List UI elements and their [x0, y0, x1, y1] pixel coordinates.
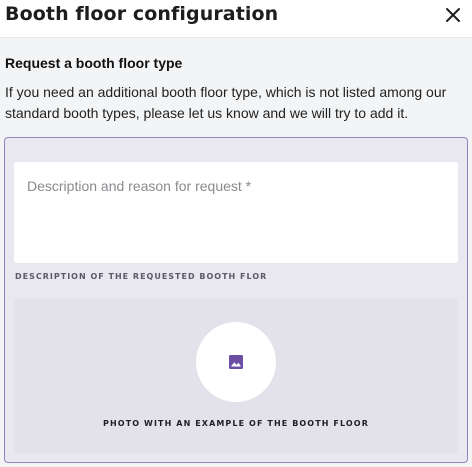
photo-upload-button[interactable]	[196, 322, 276, 402]
close-icon	[446, 8, 460, 22]
dialog-body: Request a booth floor type If you need a…	[0, 38, 472, 467]
close-button[interactable]	[442, 4, 464, 26]
photo-caption: PHOTO WITH AN EXAMPLE OF THE BOOTH FLOOR	[103, 419, 369, 428]
image-icon	[229, 355, 243, 369]
description-caption: DESCRIPTION OF THE REQUESTED BOOTH FLOR	[15, 272, 268, 281]
dialog-title: Booth floor configuration	[5, 3, 279, 25]
description-input[interactable]	[14, 162, 458, 263]
request-card: DESCRIPTION OF THE REQUESTED BOOTH FLOR …	[4, 137, 468, 463]
photo-upload[interactable]: PHOTO WITH AN EXAMPLE OF THE BOOTH FLOOR	[14, 298, 458, 454]
request-heading: Request a booth floor type	[5, 55, 183, 71]
request-intro: If you need an additional booth floor ty…	[5, 84, 447, 121]
dialog-header: Booth floor configuration	[0, 0, 472, 38]
